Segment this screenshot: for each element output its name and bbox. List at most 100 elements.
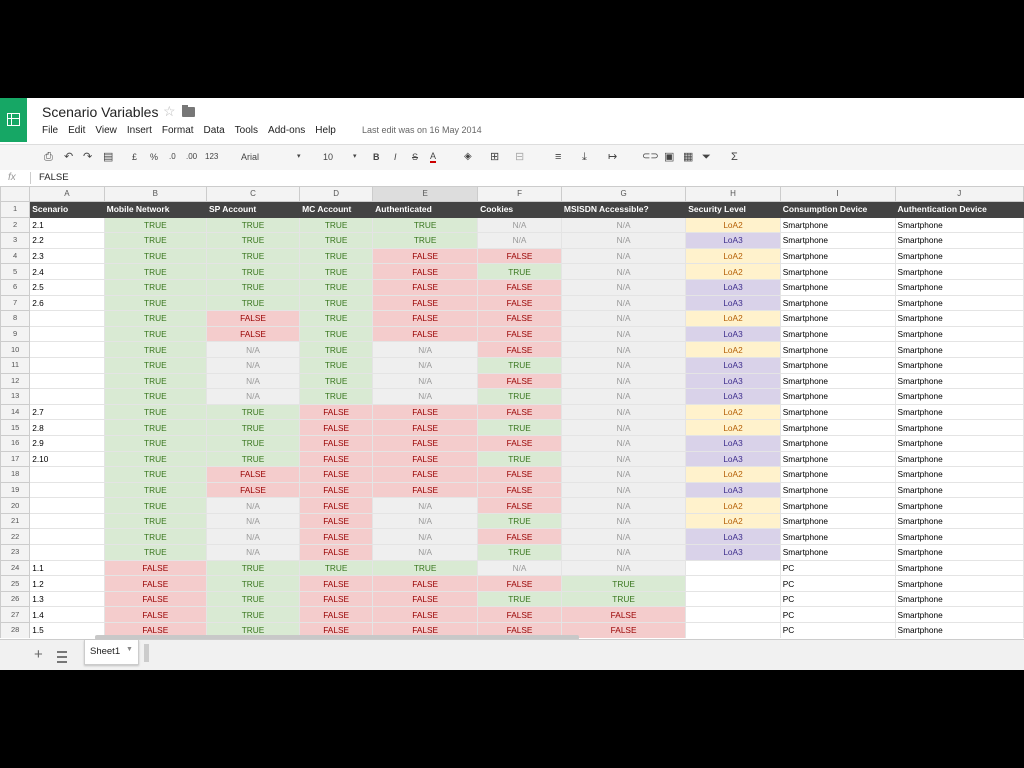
- menu-edit[interactable]: Edit: [68, 125, 85, 139]
- column-header-g[interactable]: G: [560, 186, 687, 202]
- cell[interactable]: LoA3: [685, 356, 781, 374]
- cell[interactable]: Smartphone: [779, 356, 896, 374]
- cell[interactable]: TRUE: [103, 372, 208, 390]
- document-title[interactable]: Scenario Variables: [42, 104, 158, 120]
- functions-button[interactable]: Σ: [731, 151, 738, 163]
- cell[interactable]: TRUE: [205, 247, 301, 265]
- cell[interactable]: FALSE: [299, 419, 374, 436]
- borders-icon[interactable]: ⊞: [490, 151, 499, 163]
- cell[interactable]: Smartphone: [894, 341, 1024, 358]
- cell[interactable]: LoA3: [685, 481, 781, 499]
- cell[interactable]: TRUE: [103, 216, 208, 234]
- row-number[interactable]: 25: [0, 575, 31, 592]
- menu-data[interactable]: Data: [204, 125, 225, 139]
- cell[interactable]: [685, 559, 781, 577]
- cell[interactable]: N/A: [560, 263, 687, 280]
- cell[interactable]: FALSE: [477, 497, 562, 514]
- cell[interactable]: Smartphone: [779, 528, 896, 546]
- cell[interactable]: TRUE: [103, 434, 208, 452]
- cell[interactable]: LoA2: [685, 466, 781, 483]
- cell[interactable]: FALSE: [372, 263, 479, 280]
- cell[interactable]: LoA3: [685, 294, 781, 312]
- cell[interactable]: [685, 575, 781, 592]
- cell[interactable]: FALSE: [299, 403, 374, 421]
- cell[interactable]: [29, 512, 105, 530]
- cell[interactable]: TRUE: [103, 341, 208, 358]
- cell[interactable]: [685, 606, 781, 624]
- row-number[interactable]: 2: [0, 216, 31, 234]
- cell[interactable]: 2.2: [29, 232, 105, 249]
- cell[interactable]: Smartphone: [779, 544, 896, 561]
- cell[interactable]: Smartphone: [779, 263, 896, 280]
- cell[interactable]: TRUE: [103, 278, 208, 296]
- chevron-down-icon[interactable]: ▼: [126, 646, 133, 653]
- cell[interactable]: TRUE: [299, 278, 374, 296]
- cell[interactable]: N/A: [560, 247, 687, 265]
- cell[interactable]: TRUE: [372, 216, 479, 234]
- cell[interactable]: FALSE: [299, 512, 374, 530]
- cell[interactable]: TRUE: [205, 575, 301, 592]
- column-header-a[interactable]: A: [29, 186, 105, 202]
- cell[interactable]: N/A: [372, 497, 479, 514]
- redo-icon[interactable]: ↷: [83, 151, 92, 163]
- header-cell[interactable]: Consumption Device: [779, 201, 896, 218]
- cell[interactable]: TRUE: [103, 403, 208, 421]
- cell[interactable]: Smartphone: [894, 247, 1024, 265]
- cell[interactable]: 2.7: [29, 403, 105, 421]
- cell[interactable]: PC: [779, 622, 896, 638]
- cell[interactable]: Smartphone: [894, 575, 1024, 592]
- sheet-grid[interactable]: A B C D E F G H I J 1 Scenario Mobile Network SP Acco…: [0, 186, 1024, 638]
- cell[interactable]: N/A: [560, 497, 687, 514]
- cell[interactable]: N/A: [560, 294, 687, 312]
- row-number[interactable]: 8: [0, 310, 31, 327]
- cell[interactable]: PC: [779, 575, 896, 592]
- cell[interactable]: TRUE: [103, 388, 208, 405]
- comment-icon[interactable]: ▣: [664, 151, 674, 163]
- cell[interactable]: N/A: [372, 512, 479, 530]
- cell[interactable]: N/A: [205, 544, 301, 561]
- row-number[interactable]: 1: [0, 201, 31, 218]
- cell[interactable]: FALSE: [372, 590, 479, 608]
- cell[interactable]: Smartphone: [894, 372, 1024, 390]
- cell[interactable]: N/A: [560, 528, 687, 546]
- paint-format-icon[interactable]: ▤: [103, 151, 113, 163]
- header-cell[interactable]: Security Level: [685, 201, 781, 218]
- cell[interactable]: Smartphone: [779, 247, 896, 265]
- cell[interactable]: N/A: [560, 559, 687, 577]
- cell[interactable]: TRUE: [103, 419, 208, 436]
- cell[interactable]: TRUE: [560, 590, 687, 608]
- cell[interactable]: LoA3: [685, 544, 781, 561]
- row-number[interactable]: 4: [0, 247, 31, 265]
- cell[interactable]: Smartphone: [894, 325, 1024, 343]
- cell[interactable]: N/A: [372, 356, 479, 374]
- cell[interactable]: FALSE: [299, 606, 374, 624]
- cell[interactable]: TRUE: [103, 310, 208, 327]
- percent-button[interactable]: %: [150, 151, 158, 163]
- menu-help[interactable]: Help: [315, 125, 336, 139]
- cell[interactable]: 2.6: [29, 294, 105, 312]
- cell[interactable]: Smartphone: [779, 403, 896, 421]
- align-horizontal-icon[interactable]: ≡: [555, 151, 561, 163]
- cell[interactable]: Smartphone: [894, 419, 1024, 436]
- row-number[interactable]: 11: [0, 356, 31, 374]
- column-header-c[interactable]: C: [205, 186, 301, 202]
- cell[interactable]: FALSE: [299, 450, 374, 468]
- all-sheets-icon[interactable]: [57, 651, 67, 663]
- row-number[interactable]: 13: [0, 388, 31, 405]
- cell[interactable]: FALSE: [299, 575, 374, 592]
- cell[interactable]: FALSE: [477, 575, 562, 592]
- font-size-select[interactable]: 10: [323, 151, 333, 163]
- cell[interactable]: 2.10: [29, 450, 105, 468]
- cell[interactable]: FALSE: [205, 481, 301, 499]
- menu-addons[interactable]: Add-ons: [268, 125, 305, 139]
- cell[interactable]: LoA2: [685, 247, 781, 265]
- cell[interactable]: PC: [779, 559, 896, 577]
- cell[interactable]: FALSE: [372, 294, 479, 312]
- cell[interactable]: FALSE: [205, 310, 301, 327]
- cell[interactable]: 2.5: [29, 278, 105, 296]
- cell[interactable]: Smartphone: [894, 606, 1024, 624]
- cell[interactable]: N/A: [560, 278, 687, 296]
- row-number[interactable]: 20: [0, 497, 31, 514]
- row-number[interactable]: 15: [0, 419, 31, 436]
- cell[interactable]: TRUE: [477, 450, 562, 468]
